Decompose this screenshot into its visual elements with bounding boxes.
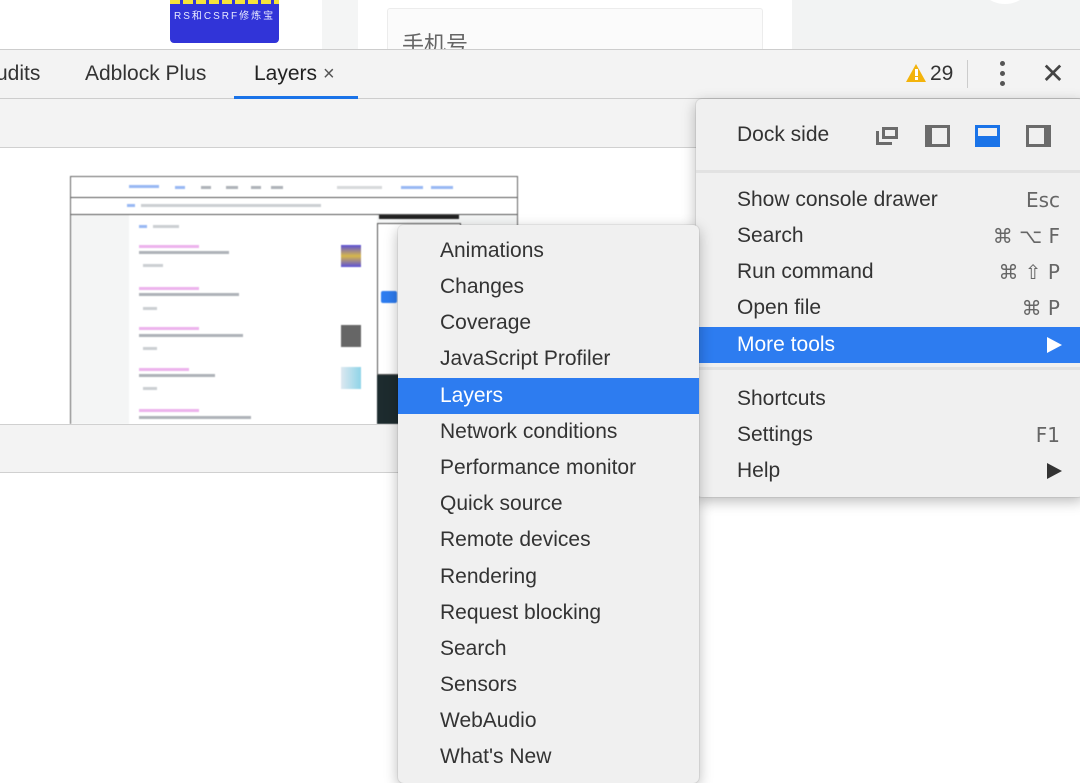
tab-layers[interactable]: Layers ×: [234, 50, 358, 99]
undock-icon[interactable]: [875, 125, 900, 147]
page-right-area: [792, 0, 1080, 50]
shortcut: ⌘ P: [1021, 296, 1060, 320]
menu-item-help[interactable]: Help: [696, 453, 1080, 489]
menu-item-show-console-drawer[interactable]: Show console drawer Esc: [696, 182, 1080, 218]
menu-item-open-file[interactable]: Open file ⌘ P: [696, 290, 1080, 326]
preview-nav-layer: [71, 198, 517, 215]
devtools-tab-bar: udits Adblock Plus Layers × 29 ✕: [0, 49, 1080, 99]
more-tools-submenu: Animations Changes Coverage JavaScript P…: [398, 225, 699, 783]
inspected-page: RS和CSRF修炼宝 手机号: [0, 0, 1080, 50]
preview-sidebar: [71, 215, 129, 424]
warnings-count: 29: [930, 62, 954, 85]
more-options-icon[interactable]: [995, 60, 1011, 88]
tab-layers-label: Layers: [254, 62, 318, 85]
submenu-item-network-conditions[interactable]: Network conditions: [398, 414, 699, 450]
article-banner-image: RS和CSRF修炼宝: [170, 0, 279, 43]
submenu-arrow-icon: [1047, 463, 1062, 479]
menu-separator: [696, 170, 1080, 173]
warning-icon: [906, 64, 926, 82]
submenu-item-coverage[interactable]: Coverage: [398, 305, 699, 341]
tab-adblock-plus[interactable]: Adblock Plus: [85, 50, 206, 98]
submenu-item-rendering[interactable]: Rendering: [398, 559, 699, 595]
submenu-item-sensors[interactable]: Sensors: [398, 667, 699, 703]
shortcut: ⌘ ⇧ P: [998, 260, 1060, 284]
dock-left-icon[interactable]: [925, 125, 950, 147]
shortcut: Esc: [1025, 188, 1060, 212]
menu-item-shortcuts[interactable]: Shortcuts: [696, 381, 1080, 417]
menu-item-search[interactable]: Search ⌘ ⌥ F: [696, 218, 1080, 254]
warnings-counter[interactable]: 29: [906, 50, 953, 98]
dock-bottom-icon[interactable]: [975, 125, 1000, 147]
dock-side-label: Dock side: [737, 123, 830, 146]
close-tab-icon[interactable]: ×: [323, 63, 335, 85]
banner-title-art: [170, 0, 279, 4]
submenu-item-webaudio[interactable]: WebAudio: [398, 703, 699, 739]
shortcut: F1: [1035, 423, 1060, 447]
submenu-item-request-blocking[interactable]: Request blocking: [398, 595, 699, 631]
preview-feed: [129, 215, 377, 424]
submenu-item-quick-source[interactable]: Quick source: [398, 486, 699, 522]
menu-item-run-command[interactable]: Run command ⌘ ⇧ P: [696, 254, 1080, 290]
dock-right-icon[interactable]: [1026, 125, 1051, 147]
close-devtools-button[interactable]: ✕: [1040, 55, 1066, 93]
devtools-main-menu: Dock side Show console drawer Esc Search…: [696, 99, 1080, 497]
tab-audits[interactable]: udits: [0, 50, 40, 98]
submenu-item-performance-monitor[interactable]: Performance monitor: [398, 450, 699, 486]
submenu-item-remote-devices[interactable]: Remote devices: [398, 522, 699, 558]
dock-side-row: Dock side: [696, 115, 1080, 155]
banner-subtitle: RS和CSRF修炼宝: [174, 11, 276, 22]
phone-input[interactable]: 手机号: [387, 8, 763, 50]
submenu-arrow-icon: [1047, 337, 1062, 353]
submenu-item-javascript-profiler[interactable]: JavaScript Profiler: [398, 341, 699, 377]
toolbar-divider: [967, 60, 968, 88]
submenu-item-changes[interactable]: Changes: [398, 269, 699, 305]
submenu-item-whats-new[interactable]: What's New: [398, 739, 699, 775]
menu-separator: [696, 367, 1080, 370]
page-gutter: [322, 0, 358, 50]
submenu-item-search[interactable]: Search: [398, 631, 699, 667]
preview-header-layer: [71, 177, 517, 198]
shortcut: ⌘ ⌥ F: [992, 224, 1060, 248]
menu-item-settings[interactable]: Settings F1: [696, 417, 1080, 453]
phone-placeholder: 手机号: [402, 33, 469, 50]
submenu-item-animations[interactable]: Animations: [398, 233, 699, 269]
submenu-item-layers[interactable]: Layers: [398, 378, 699, 414]
menu-item-more-tools[interactable]: More tools: [696, 327, 1080, 363]
